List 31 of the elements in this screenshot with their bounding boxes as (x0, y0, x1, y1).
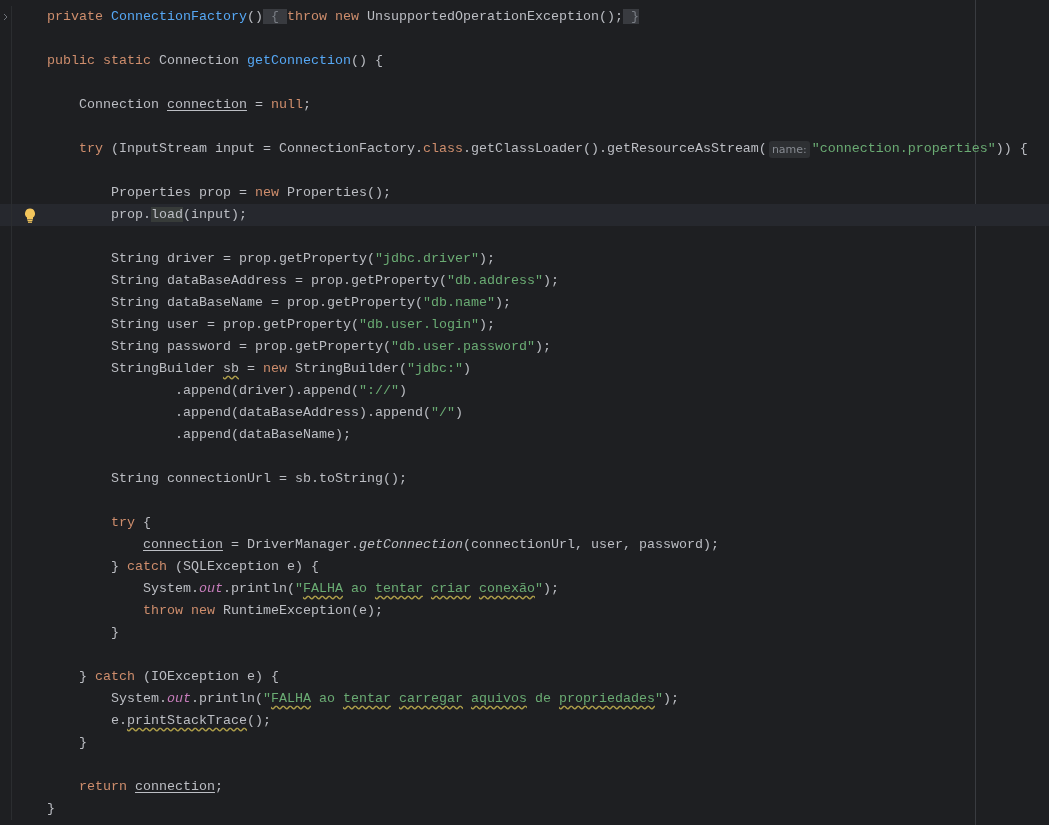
code-line: } catch (SQLException e) { (110, 558, 319, 576)
code-line: return connection; (78, 778, 223, 796)
code-line: .append(driver).append("://") (173, 382, 407, 400)
code-line: throw new RuntimeException(e); (141, 602, 383, 620)
code-line: Properties prop = new Properties(); (110, 184, 391, 202)
code-line: StringBuilder sb = new StringBuilder("jdbc:") (110, 360, 471, 378)
code-line: } (47, 800, 55, 818)
code-line: String password = prop.getProperty("db.user.password"); (110, 338, 551, 356)
code-line: public static Connection getConnection() { (47, 52, 383, 70)
code-line: "connection.properties")) { (811, 140, 1028, 158)
code-line: System.out.println("FALHA ao tentar criar conexão"); (141, 580, 559, 598)
code-line: try { (110, 514, 151, 532)
code-line: String connectionUrl = sb.toString(); (110, 470, 407, 488)
code-line: .append(dataBaseAddress).append("/") (173, 404, 463, 422)
code-line: } (78, 734, 87, 752)
code-line: } catch (IOException e) { (78, 668, 279, 686)
code-line: } (110, 624, 119, 642)
code-line: .append(dataBaseName); (173, 426, 351, 444)
code-line: String dataBaseName = prop.getProperty("db.name"); (110, 294, 511, 312)
code-line: String driver = prop.getProperty("jdbc.driver"); (110, 250, 495, 268)
code-line: String user = prop.getProperty("db.user.login"); (110, 316, 495, 334)
code-line: Connection connection = null; (78, 96, 311, 114)
code-line: private ConnectionFactory() { throw new UnsupportedOperationException(); } (47, 8, 639, 26)
code-line: e.printStackTrace(); (110, 712, 271, 730)
code-line: prop.load(input); (110, 206, 247, 224)
lightbulb-icon[interactable] (23, 207, 36, 223)
code-line: connection = DriverManager.getConnection(connectionUrl, user, password); (142, 536, 719, 554)
code-line: System.out.println("FALHA ao tentar carregar aquivos de propriedades"); (110, 690, 679, 708)
code-line: String dataBaseAddress = prop.getProperty("db.address"); (110, 272, 559, 290)
code-line: try (InputStream input = ConnectionFactory.class.getClassLoader().getResourceAsStream( (78, 140, 767, 158)
parameter-hint: name: (768, 140, 810, 158)
